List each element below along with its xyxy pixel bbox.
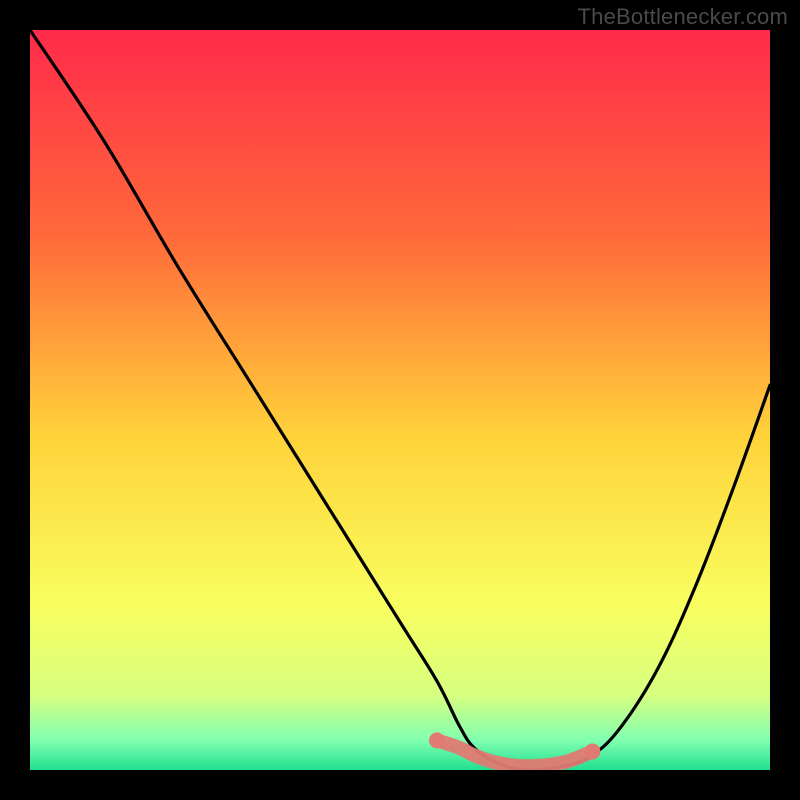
chart-stage: TheBottlenecker.com [0,0,800,800]
bottleneck-chart [30,30,770,770]
highlight-end-dot [584,744,600,760]
watermark-text: TheBottlenecker.com [578,4,788,30]
highlight-end-dot [429,732,445,748]
gradient-background [30,30,770,770]
